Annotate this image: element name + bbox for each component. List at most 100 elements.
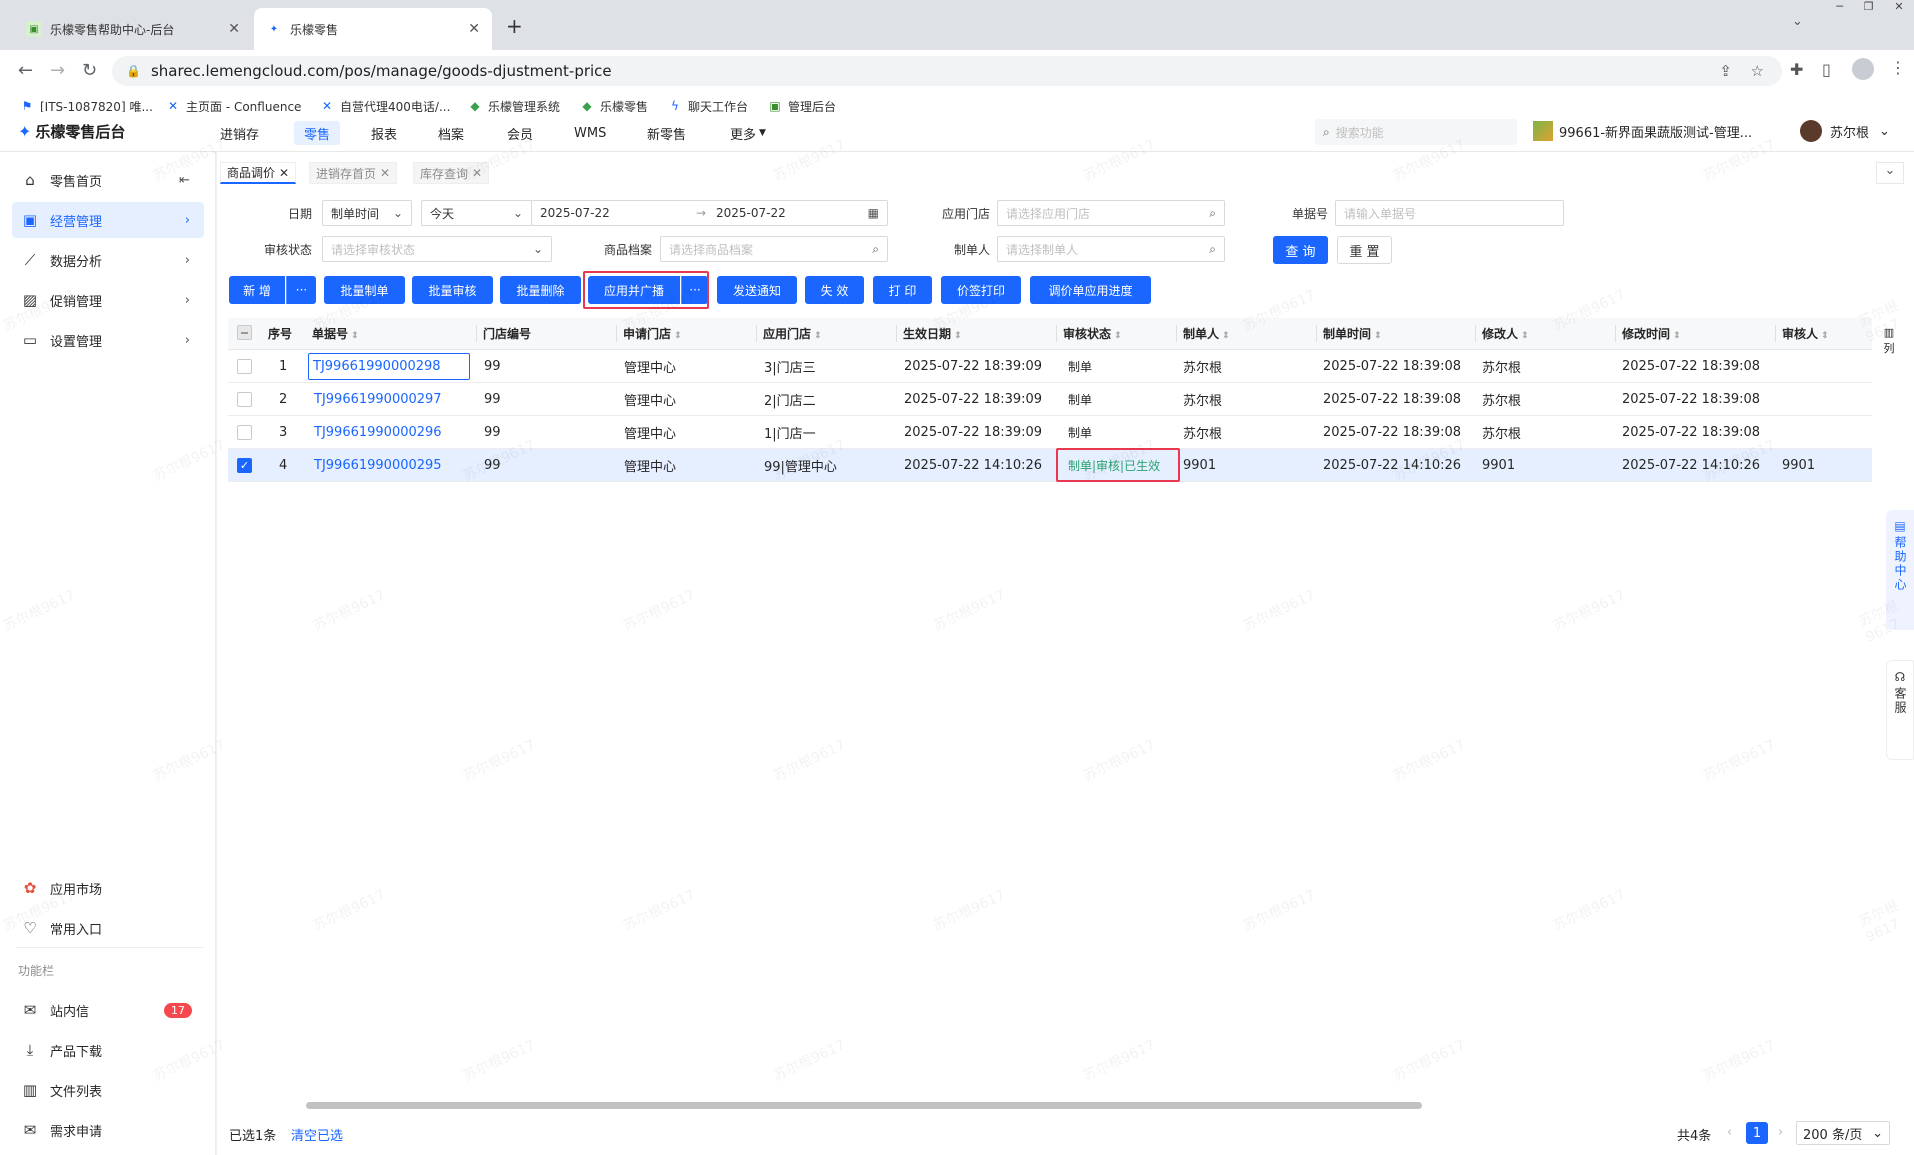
- row-checkbox[interactable]: [237, 425, 252, 440]
- sidebar-item-requests[interactable]: ✉ 需求申请: [12, 1112, 204, 1148]
- row-checkbox[interactable]: ✓: [237, 458, 252, 473]
- share-icon[interactable]: ⇪: [1719, 62, 1732, 80]
- sidebar-item-settings[interactable]: ▭ 设置管理 ›: [12, 322, 204, 358]
- date-range-picker[interactable]: 2025-07-22 → 2025-07-22 ▦: [531, 200, 888, 226]
- user-menu[interactable]: 苏尔根 ⌄: [1800, 120, 1890, 142]
- column-header-doc-no[interactable]: 单据号 ⇕: [312, 325, 359, 342]
- sidebar-item-operations[interactable]: ▣ 经营管理 ›: [12, 202, 204, 238]
- sidebar-item-retail-home[interactable]: ⌂ 零售首页 ⇤: [12, 162, 204, 198]
- batch-make-button[interactable]: 批量制单: [324, 276, 405, 304]
- minimize-icon[interactable]: ─: [1836, 0, 1843, 16]
- cell-no[interactable]: TJ99661990000296: [314, 416, 442, 449]
- batch-audit-button[interactable]: 批量审核: [412, 276, 493, 304]
- close-icon[interactable]: ✕: [380, 166, 390, 180]
- maximize-icon[interactable]: ❐: [1864, 0, 1874, 16]
- extensions-icon[interactable]: ✚: [1790, 60, 1803, 79]
- column-header-make-time[interactable]: 制单时间 ⇕: [1316, 325, 1382, 342]
- function-search-input[interactable]: ⌕ 搜索功能: [1315, 119, 1517, 145]
- column-header-status[interactable]: 审核状态 ⇕: [1056, 325, 1122, 342]
- column-header-maker[interactable]: 制单人 ⇕: [1176, 325, 1230, 342]
- sidebar-item-downloads[interactable]: ⤓ 产品下载: [12, 1032, 204, 1068]
- close-window-icon[interactable]: ✕: [1894, 0, 1903, 16]
- column-header-auditor[interactable]: 审核人 ⇕: [1775, 325, 1829, 342]
- menu-new-retail[interactable]: 新零售: [637, 121, 696, 145]
- clear-selection-link[interactable]: 清空已选: [291, 1125, 343, 1144]
- close-tab-icon[interactable]: ✕: [468, 21, 480, 37]
- column-settings-button[interactable]: ▥ 列: [1874, 325, 1904, 357]
- send-notice-button[interactable]: 发送通知: [717, 276, 797, 304]
- page-tab-inventory-home[interactable]: 进销存首页 ✕: [309, 162, 398, 184]
- cell-no[interactable]: TJ99661990000295: [314, 449, 442, 482]
- menu-reports[interactable]: 报表: [361, 121, 407, 145]
- batch-delete-button[interactable]: 批量删除: [500, 276, 581, 304]
- sidebar-item-promotion[interactable]: ▨ 促销管理 ›: [12, 282, 204, 318]
- sidebar-item-analytics[interactable]: ⟋ 数据分析 ›: [12, 242, 204, 278]
- date-range-select[interactable]: 今天 ⌄: [421, 200, 532, 226]
- query-button[interactable]: 查 询: [1273, 236, 1328, 264]
- close-icon[interactable]: ✕: [472, 166, 482, 180]
- column-header-modify-time[interactable]: 修改时间 ⇕: [1615, 325, 1681, 342]
- collapse-sidebar-icon[interactable]: ⇤: [179, 173, 190, 188]
- sidebar-item-messages[interactable]: ✉ 站内信 17: [12, 992, 204, 1028]
- horizontal-scrollbar[interactable]: [306, 1102, 1422, 1109]
- page-tabs-dropdown-icon[interactable]: ⌄: [1876, 162, 1904, 184]
- cell-no[interactable]: TJ99661990000297: [314, 383, 442, 416]
- column-header-target-store[interactable]: 应用门店 ⇕: [756, 325, 822, 342]
- browser-menu-icon[interactable]: ⋮: [1890, 58, 1906, 77]
- close-tab-icon[interactable]: ✕: [228, 21, 240, 37]
- reload-icon[interactable]: ↻: [82, 60, 97, 81]
- sidebar-item-app-market[interactable]: ✿ 应用市场: [12, 870, 204, 906]
- page-tab-price-adjust[interactable]: 商品调价 ✕: [220, 162, 297, 184]
- sidebar-item-label: 常用入口: [50, 922, 103, 938]
- audit-status-select[interactable]: 请选择审核状态 ⌄: [322, 236, 552, 262]
- side-panel-icon[interactable]: ▯: [1822, 60, 1831, 79]
- print-button[interactable]: 打 印: [873, 276, 932, 304]
- reset-button[interactable]: 重 置: [1337, 236, 1392, 264]
- page-number[interactable]: 1: [1746, 1122, 1768, 1144]
- select-all-checkbox[interactable]: [237, 325, 252, 340]
- row-checkbox[interactable]: [237, 392, 252, 407]
- goods-select[interactable]: 请选择商品档案 ⌕: [660, 236, 888, 262]
- forward-icon[interactable]: →: [50, 60, 65, 81]
- page-tab-stock-query[interactable]: 库存查询 ✕: [413, 162, 490, 184]
- column-header-effective[interactable]: 生效日期 ⇕: [896, 325, 962, 342]
- tab-search-icon[interactable]: ⌄: [1792, 14, 1803, 29]
- next-page-icon[interactable]: ›: [1778, 1125, 1783, 1140]
- menu-members[interactable]: 会员: [497, 121, 543, 145]
- invalidate-button[interactable]: 失 效: [805, 276, 864, 304]
- sidebar-item-label: 应用市场: [50, 882, 103, 898]
- page-size-select[interactable]: 200 条/页 ⌄: [1796, 1121, 1890, 1145]
- store-switcher[interactable]: 99661-新界面果蔬版测试-管理...: [1533, 121, 1752, 141]
- menu-jinxiaocun[interactable]: 进销存: [210, 121, 269, 145]
- sidebar-item-files[interactable]: ▥ 文件列表: [12, 1072, 204, 1108]
- cell-no[interactable]: TJ99661990000298: [308, 353, 470, 380]
- browser-tab-help[interactable]: ▣ 乐檬零售帮助中心-后台 ✕: [14, 8, 252, 50]
- browser-tab-active[interactable]: ✦ 乐檬零售 ✕: [254, 8, 492, 50]
- profile-avatar[interactable]: [1852, 58, 1874, 80]
- customer-service-dock[interactable]: ☊ 客服: [1886, 660, 1914, 760]
- close-icon[interactable]: ✕: [279, 166, 289, 180]
- bookmark-star-icon[interactable]: ☆: [1751, 62, 1764, 80]
- help-center-dock[interactable]: ▤ 帮助中心: [1886, 510, 1914, 630]
- store-filter-select[interactable]: 请选择应用门店 ⌕: [997, 200, 1225, 226]
- row-checkbox[interactable]: [237, 359, 252, 374]
- date-type-select[interactable]: 制单时间 ⌄: [322, 200, 412, 226]
- column-header-apply-store[interactable]: 申请门店 ⇕: [616, 325, 682, 342]
- prev-page-icon[interactable]: ‹: [1727, 1125, 1732, 1140]
- new-tab-button[interactable]: +: [506, 14, 523, 38]
- doc-no-input[interactable]: 请输入单据号: [1335, 200, 1564, 226]
- menu-retail[interactable]: 零售: [294, 121, 341, 145]
- add-button[interactable]: 新 增: [229, 276, 285, 304]
- menu-wms[interactable]: WMS: [564, 121, 616, 145]
- price-tag-print-button[interactable]: 价签打印: [941, 276, 1021, 304]
- address-bar[interactable]: 🔒 sharec.lemengcloud.com/pos/manage/good…: [112, 56, 1782, 86]
- sidebar-item-favorites[interactable]: ♡ 常用入口: [12, 910, 204, 946]
- menu-archives[interactable]: 档案: [428, 121, 474, 145]
- back-icon[interactable]: ←: [18, 60, 33, 81]
- progress-button[interactable]: 调价单应用进度: [1030, 276, 1151, 304]
- app-logo[interactable]: ✦ 乐檬零售后台: [18, 121, 125, 142]
- menu-more[interactable]: 更多 ▼: [720, 121, 776, 145]
- column-header-modifier[interactable]: 修改人 ⇕: [1475, 325, 1529, 342]
- maker-select[interactable]: 请选择制单人 ⌕: [997, 236, 1225, 262]
- add-more-button[interactable]: ···: [286, 276, 316, 304]
